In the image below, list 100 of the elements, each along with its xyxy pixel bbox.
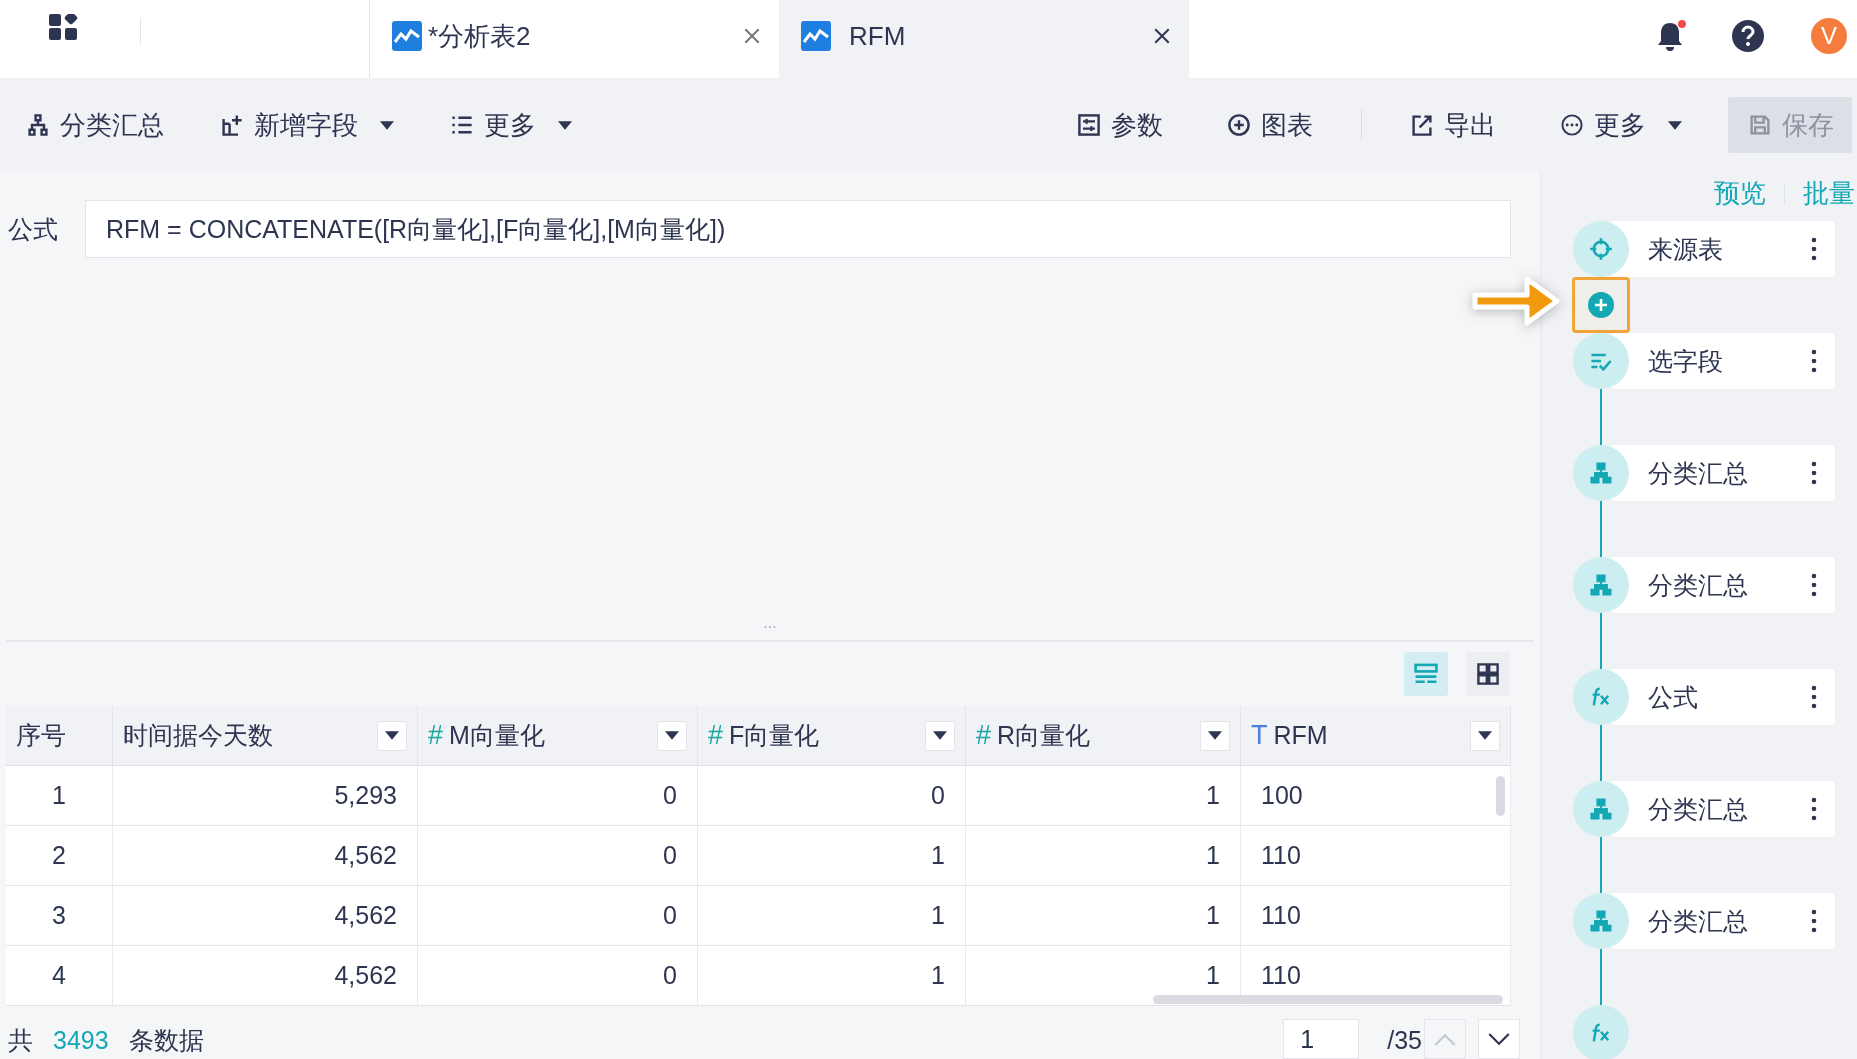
table-cell-text: 3: [51, 901, 67, 930]
step-node[interactable]: [1573, 893, 1629, 949]
table-cell-text: 5,293: [333, 781, 397, 810]
table-cell-text: 4,562: [333, 901, 397, 930]
step-card[interactable]: 分类汇总: [1611, 557, 1835, 613]
record-count: 3493: [53, 1025, 109, 1056]
formula-field[interactable]: RFM = CONCATENATE([R向量化],[F向量化],[M向量化]): [85, 200, 1511, 258]
step-card[interactable]: 公式: [1611, 669, 1835, 725]
step-label: 分类汇总: [1648, 569, 1749, 601]
step-node[interactable]: [1573, 557, 1629, 613]
table-cell-text: 110: [1261, 841, 1302, 870]
step-node[interactable]: [1573, 333, 1629, 389]
step-label: 公式: [1648, 681, 1699, 713]
step-node[interactable]: [1573, 781, 1629, 837]
crosshair-icon: [1589, 237, 1613, 261]
export-icon: [1410, 113, 1434, 137]
help-icon[interactable]: [1731, 19, 1765, 53]
toolbar-button[interactable]: 新增字段: [220, 97, 394, 153]
column-dropdown-button[interactable]: [377, 720, 407, 751]
formula-label: 公式: [8, 213, 58, 245]
hierarchy-icon: [26, 113, 50, 137]
caret-icon: [665, 731, 679, 740]
more-vertical-icon[interactable]: [1811, 797, 1817, 821]
caret-icon: [1208, 731, 1222, 740]
table-cell-text: 2: [51, 841, 67, 870]
column-dropdown-button[interactable]: [1200, 720, 1230, 751]
column-header: 序号: [16, 720, 67, 751]
table-cell-text: 0: [662, 961, 677, 990]
scrollbar[interactable]: [1496, 776, 1505, 816]
table-cell-text: 1: [1205, 841, 1220, 870]
more-vertical-icon[interactable]: [1811, 685, 1817, 709]
step-card[interactable]: 分类汇总: [1611, 781, 1835, 837]
step-node[interactable]: [1573, 445, 1629, 501]
step-label: 分类汇总: [1648, 457, 1749, 489]
toolbar-button[interactable]: 更多: [450, 97, 572, 153]
chevron-up-icon: [1434, 1032, 1456, 1046]
page-total: /35: [1387, 1025, 1422, 1056]
hierarchy-icon: [1589, 573, 1613, 597]
table-cell-text: 110: [1261, 901, 1302, 930]
table-cell-text: 1: [1205, 781, 1220, 810]
tab[interactable]: RFM: [779, 0, 1189, 78]
page-field[interactable]: 1: [1283, 1019, 1360, 1059]
table-cell-text: 0: [662, 841, 677, 870]
chart-icon: [801, 21, 831, 51]
table-cell-text: 4: [51, 961, 67, 990]
column-dropdown-button[interactable]: [1470, 720, 1500, 751]
step-node[interactable]: [1573, 1005, 1629, 1059]
count-suffix: 条数据: [128, 1025, 204, 1056]
add-circle-icon: [1227, 113, 1251, 137]
close-icon[interactable]: [1153, 27, 1171, 45]
table-cell-text: 1: [1205, 961, 1220, 990]
step-card[interactable]: 选字段: [1611, 333, 1835, 389]
step-label: 分类汇总: [1648, 905, 1749, 937]
step-card[interactable]: 来源表: [1611, 221, 1835, 277]
hierarchy-icon: [1589, 797, 1613, 821]
step-node[interactable]: [1573, 669, 1629, 725]
toolbar-button[interactable]: 导出: [1410, 97, 1496, 153]
type-mark: #: [708, 720, 724, 751]
table-cell-text: 0: [930, 781, 945, 810]
chart-icon: [392, 21, 422, 51]
type-mark: #: [976, 720, 992, 751]
next-page-button[interactable]: [1478, 1019, 1520, 1059]
toolbar-button[interactable]: 图表: [1227, 97, 1313, 153]
step-card[interactable]: 分类汇总: [1611, 445, 1835, 501]
hierarchy-icon: [1589, 461, 1613, 485]
plus-icon: [1587, 291, 1615, 319]
column-dropdown-button[interactable]: [657, 720, 687, 751]
table-cell-text: 1: [930, 901, 945, 930]
hierarchy-icon: [1589, 909, 1613, 933]
bell-icon[interactable]: [1655, 20, 1685, 52]
step-label: 来源表: [1648, 233, 1724, 265]
table-cell-text: 0: [662, 781, 677, 810]
column-dropdown-button[interactable]: [925, 720, 955, 751]
save-icon: [1748, 113, 1772, 137]
toolbar-button[interactable]: 参数: [1077, 97, 1163, 153]
column-header: M向量化: [449, 720, 546, 751]
table-cell-text: 0: [662, 901, 677, 930]
step-node[interactable]: [1573, 221, 1629, 277]
toolbar-button[interactable]: 分类汇总: [26, 97, 164, 153]
caret-icon: [933, 731, 947, 740]
table-cell-text: 1: [930, 841, 945, 870]
grid-view-button[interactable]: [1466, 652, 1510, 696]
more-vertical-icon[interactable]: [1811, 909, 1817, 933]
step-label: 选字段: [1648, 345, 1724, 377]
more-circle-icon: [1560, 113, 1584, 137]
type-mark: T: [1251, 720, 1268, 751]
more-vertical-icon[interactable]: [1811, 237, 1817, 261]
caret-icon: [1478, 731, 1492, 740]
table-cell-text: 4,562: [333, 961, 397, 990]
more-vertical-icon[interactable]: [1811, 461, 1817, 485]
count-prefix: 共: [8, 1025, 33, 1056]
more-vertical-icon[interactable]: [1811, 573, 1817, 597]
scrollbar[interactable]: [1153, 995, 1503, 1004]
toolbar-button[interactable]: 更多: [1560, 97, 1682, 153]
table-cell-text: 4,562: [333, 841, 397, 870]
step-card[interactable]: 分类汇总: [1611, 893, 1835, 949]
more-vertical-icon[interactable]: [1811, 349, 1817, 373]
grid-icon: [1476, 662, 1500, 686]
table-cell-text: 1: [1205, 901, 1220, 930]
column-header: F向量化: [729, 720, 821, 751]
